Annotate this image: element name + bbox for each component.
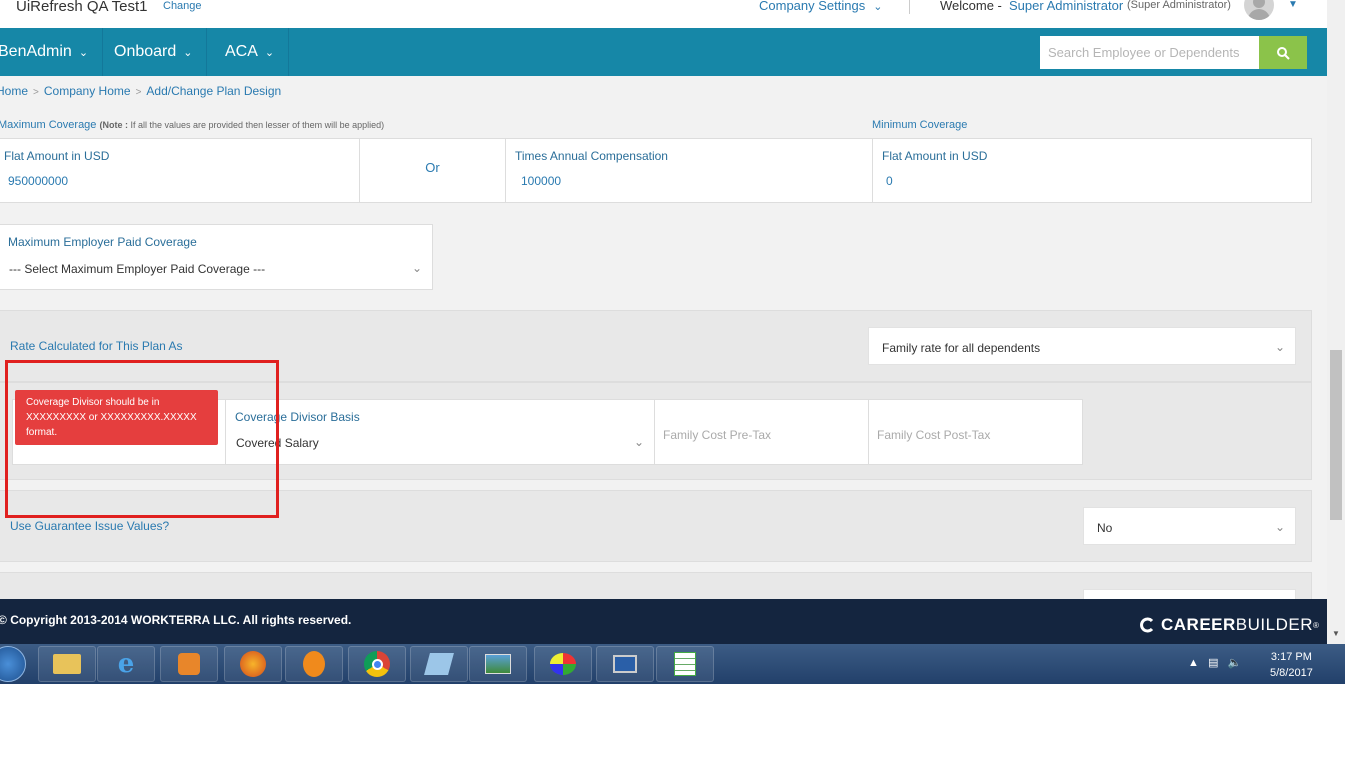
chevron-down-icon: ⌄ xyxy=(633,435,644,449)
remote-desktop-icon[interactable] xyxy=(596,646,654,682)
rate-calc-label: Rate Calculated for This Plan As xyxy=(10,339,183,353)
nav-item-label: Onboard xyxy=(114,43,177,60)
max-employer-paid-coverage-select[interactable]: Maximum Employer Paid Coverage --- Selec… xyxy=(0,224,433,290)
footer: © Copyright 2013-2014 WORKTERRA LLC. All… xyxy=(0,599,1327,644)
nav-item-label: BenAdmin xyxy=(0,43,72,60)
search-icon xyxy=(1277,46,1290,60)
post-tax-placeholder: Family Cost Post-Tax xyxy=(877,428,991,442)
search-input[interactable] xyxy=(1040,36,1259,69)
chevron-down-icon: ⌄ xyxy=(183,47,193,59)
scrollbar-thumb[interactable] xyxy=(1330,350,1342,520)
rate-calc-select[interactable]: Family rate for all dependents ⌄ xyxy=(868,327,1296,365)
pre-tax-placeholder: Family Cost Pre-Tax xyxy=(663,428,772,442)
notepad-icon[interactable] xyxy=(410,646,468,682)
rate-calc-selected: Family rate for all dependents xyxy=(882,341,1041,355)
company-settings-menu[interactable]: Company Settings ⌄ xyxy=(759,0,882,13)
max-flat-amount-value[interactable]: 950000000 xyxy=(8,174,68,188)
taskbar-clock[interactable]: 3:17 PM 5/8/2017 xyxy=(1270,649,1313,681)
windows-taskbar: e ▲ ▤ 🔈 3:17 PM 5/8/2017 xyxy=(0,644,1345,684)
photo-viewer-icon[interactable] xyxy=(469,646,527,682)
breadcrumb-home[interactable]: Home xyxy=(0,84,28,98)
company-settings-label: Company Settings xyxy=(759,0,866,13)
user-menu-caret-icon[interactable]: ▼ xyxy=(1288,0,1298,10)
top-bar: UiRefresh QA Test1 Change Company Settin… xyxy=(0,0,1327,28)
nav-item-label: ACA xyxy=(225,43,258,60)
max-employer-paid-label: Maximum Employer Paid Coverage xyxy=(8,235,197,249)
blank-area xyxy=(0,684,1366,768)
chevron-down-icon: ⌄ xyxy=(264,47,275,59)
times-annual-compensation-field[interactable]: Times Annual Compensation 100000 xyxy=(505,138,873,203)
breadcrumb-current: Add/Change Plan Design xyxy=(146,84,282,98)
avatar[interactable] xyxy=(1244,0,1274,20)
network-icon[interactable]: ▤ xyxy=(1208,657,1218,669)
chevron-down-icon: ⌄ xyxy=(1274,520,1285,534)
chevron-down-icon: ⌄ xyxy=(873,1,883,13)
main-content: Home > Company Home > Add/Change Plan Design… xyxy=(0,76,1327,619)
chevron-right-icon: > xyxy=(33,87,39,98)
guarantee-issue-selected: No xyxy=(1097,521,1113,535)
highlight-box xyxy=(5,360,279,518)
careerbuilder-mark-icon xyxy=(1140,617,1154,633)
chrome-icon[interactable] xyxy=(348,646,406,682)
min-flat-amount-field[interactable]: Flat Amount in USD 0 xyxy=(872,138,1312,203)
user-role: (Super Administrator) xyxy=(1127,0,1231,11)
firefox-icon[interactable] xyxy=(224,646,282,682)
page-scrollbar[interactable]: ▼ xyxy=(1327,0,1345,644)
system-tray[interactable]: ▲ ▤ 🔈 xyxy=(1188,656,1241,669)
or-label: Or xyxy=(425,160,440,175)
user-name[interactable]: Super Administrator xyxy=(1009,0,1123,13)
guarantee-issue-select[interactable]: No ⌄ xyxy=(1083,507,1296,545)
clock-date: 5/8/2017 xyxy=(1270,667,1313,679)
search-button[interactable] xyxy=(1259,36,1307,69)
flame-app-icon[interactable] xyxy=(285,646,343,682)
max-flat-amount-label: Flat Amount in USD xyxy=(4,149,110,163)
clock-time: 3:17 PM xyxy=(1270,651,1312,663)
times-comp-label: Times Annual Compensation xyxy=(515,149,668,163)
min-flat-amount-label: Flat Amount in USD xyxy=(882,149,988,163)
coverage-divisor-basis-select[interactable]: Coverage Divisor Basis Covered Salary ⌄ xyxy=(225,399,655,465)
family-cost-post-tax-input[interactable]: Family Cost Post-Tax xyxy=(868,399,1083,465)
max-flat-amount-field[interactable]: Flat Amount in USD 950000000 xyxy=(0,138,360,203)
change-company-link[interactable]: Change xyxy=(163,0,202,12)
nav-item-benadmin[interactable]: BenAdmin ⌄ xyxy=(0,28,104,76)
chevron-down-icon: ⌄ xyxy=(411,261,422,275)
chevron-down-icon: ⌄ xyxy=(78,47,89,59)
breadcrumb: Home > Company Home > Add/Change Plan Design xyxy=(0,84,281,98)
main-nav: BenAdmin ⌄ Onboard ⌄ ACA ⌄ xyxy=(0,28,1327,76)
max-employer-paid-selected: --- Select Maximum Employer Paid Coverag… xyxy=(9,262,266,276)
company-name: UiRefresh QA Test1 xyxy=(16,0,148,15)
welcome-text: Welcome - xyxy=(940,0,1002,13)
nav-item-onboard[interactable]: Onboard ⌄ xyxy=(99,28,208,76)
copyright-text: © Copyright 2013-2014 WORKTERRA LLC. All… xyxy=(0,613,352,627)
max-coverage-label: Maximum Coverage xyxy=(0,119,97,131)
minimum-coverage-heading: Minimum Coverage xyxy=(872,119,968,131)
maximum-coverage-heading: Maximum Coverage (Note : If all the valu… xyxy=(0,119,384,131)
media-player-icon[interactable] xyxy=(160,646,218,682)
windows-start-icon[interactable] xyxy=(0,646,26,682)
file-explorer-icon[interactable] xyxy=(38,646,96,682)
chevron-down-icon: ⌄ xyxy=(1274,340,1285,354)
max-coverage-note: (Note : If all the values are provided t… xyxy=(99,120,385,130)
divider xyxy=(909,0,910,14)
careerbuilder-logo: CAREER BUILDER ® xyxy=(1139,615,1319,635)
breadcrumb-company-home[interactable]: Company Home xyxy=(44,84,131,98)
min-flat-amount-value[interactable]: 0 xyxy=(886,174,893,188)
family-cost-pre-tax-input[interactable]: Family Cost Pre-Tax xyxy=(654,399,869,465)
or-cell: Or xyxy=(359,138,506,203)
scroll-down-arrow-icon[interactable]: ▼ xyxy=(1332,629,1340,638)
guarantee-issue-label: Use Guarantee Issue Values? xyxy=(10,519,170,533)
chevron-right-icon: > xyxy=(135,87,142,98)
paint-icon[interactable] xyxy=(534,646,592,682)
volume-icon[interactable]: 🔈 xyxy=(1228,657,1242,669)
internet-explorer-icon[interactable]: e xyxy=(97,646,155,682)
nav-item-aca[interactable]: ACA ⌄ xyxy=(210,28,290,76)
times-comp-value[interactable]: 100000 xyxy=(521,174,561,188)
spreadsheet-icon[interactable] xyxy=(656,646,714,682)
